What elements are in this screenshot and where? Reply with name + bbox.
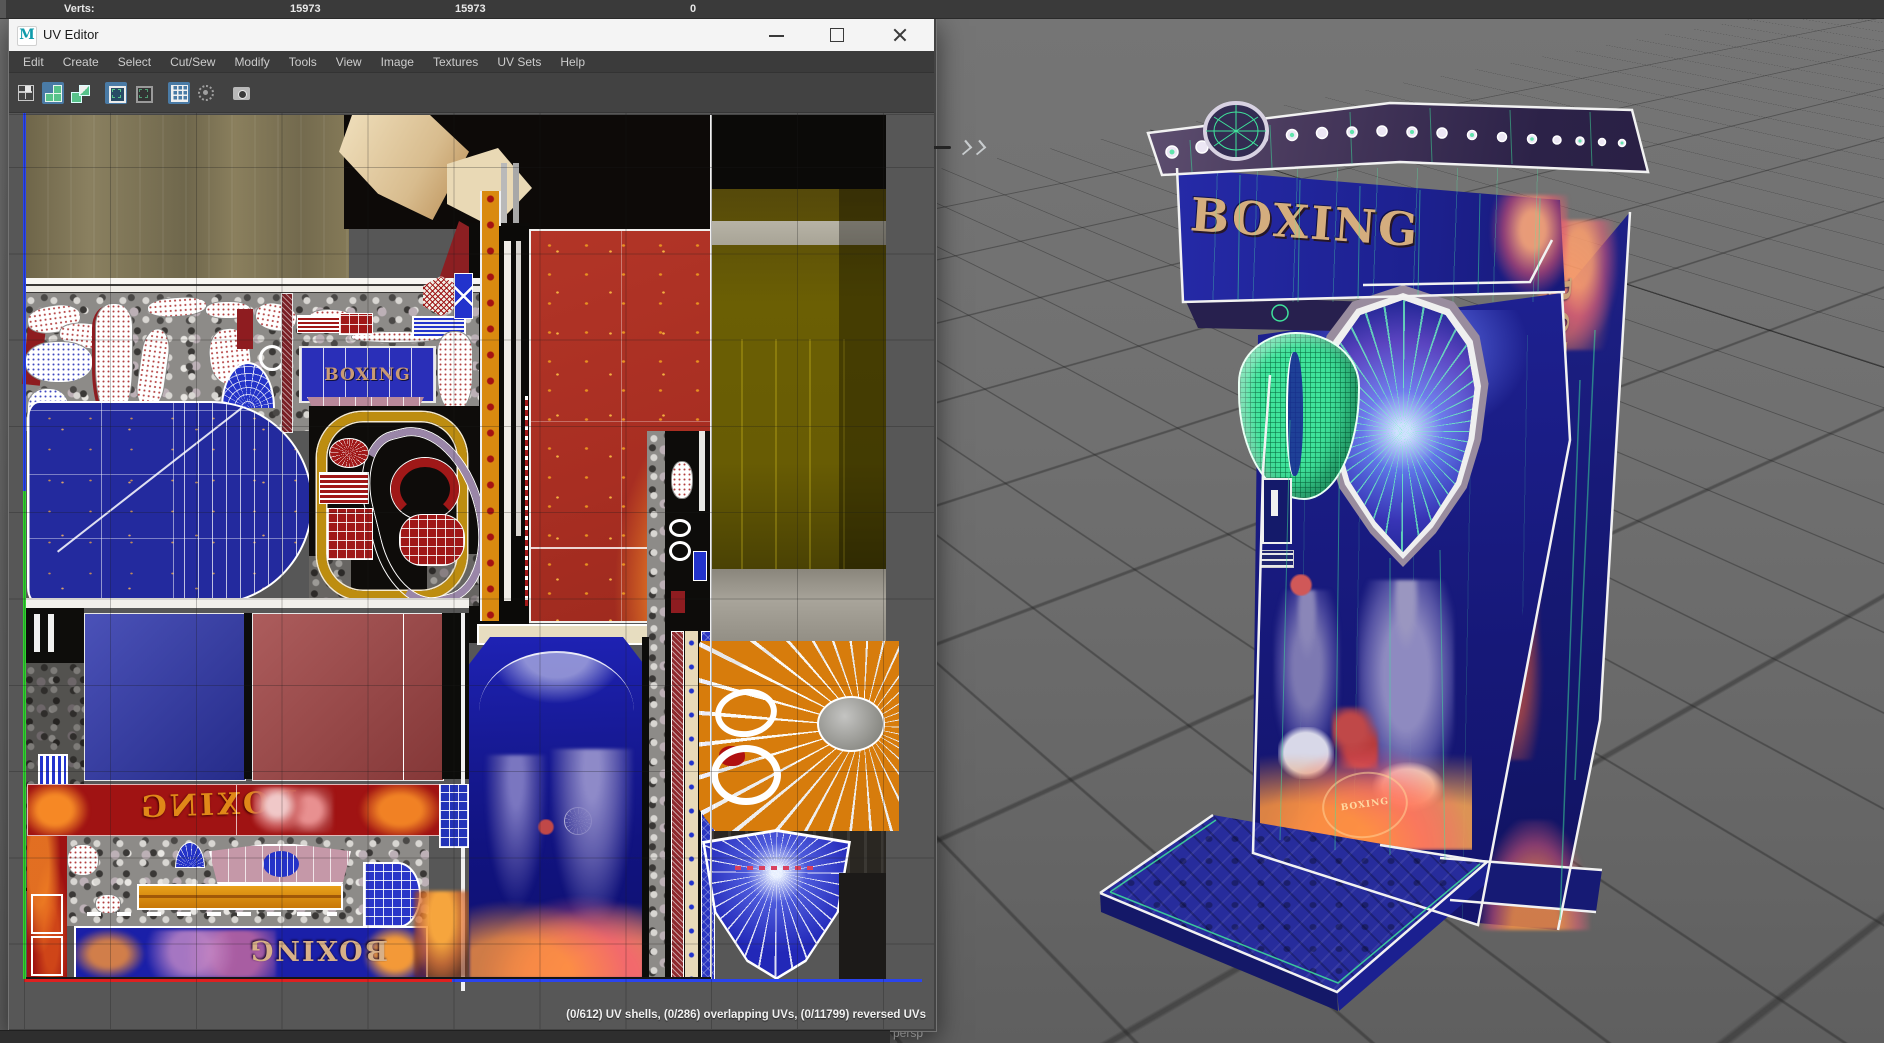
marquee-on-icon[interactable] xyxy=(105,81,127,104)
uv-ext-black-top xyxy=(711,115,886,189)
uv-canvas[interactable]: BOXING BOXING BOXING (0/612) UV shells, … xyxy=(9,113,934,1029)
bag-mount-pole xyxy=(1282,278,1310,338)
panel-expand-icon[interactable] xyxy=(956,139,987,155)
menu-bar: Edit Create Select Cut/Sew Modify Tools … xyxy=(9,51,934,73)
cut-sew-icon[interactable] xyxy=(69,82,91,104)
menu-uvsets[interactable]: UV Sets xyxy=(497,55,541,69)
uv-grid-icon[interactable] xyxy=(15,82,37,104)
uv-axis-v-blue xyxy=(23,113,26,491)
close-button[interactable] xyxy=(877,19,923,51)
uv-blue-hatch-rect xyxy=(84,613,246,781)
lower-panel-strip xyxy=(0,1030,890,1043)
uv-gravel-band-3 xyxy=(67,836,429,928)
uv-editor-window: M UV Editor Edit Create Select Cut/Sew M… xyxy=(8,18,987,1032)
uv-sign-text: BOXING xyxy=(324,364,411,385)
uv-orange-strip xyxy=(480,191,501,621)
uv-front-panel-shell xyxy=(469,637,644,979)
uv-blue-corner-piece xyxy=(439,784,469,848)
marquee-off-icon[interactable] xyxy=(132,82,154,104)
toolbar: Boxer Arcade Machine RGB xyxy=(9,73,987,160)
menu-view[interactable]: View xyxy=(336,55,362,69)
uv-axis-u-red xyxy=(24,979,452,982)
verts-label: Verts: xyxy=(64,3,95,15)
uv-status-text: (0/612) UV shells, (0/286) overlapping U… xyxy=(566,1009,926,1021)
window-title: UV Editor xyxy=(43,27,99,42)
uv-ext-gray-band xyxy=(711,569,886,649)
uv-orange-flame-strip xyxy=(414,891,469,978)
heads-up-display: Verts: 15973 15973 0 xyxy=(0,0,1884,19)
front-artwork: BOXING xyxy=(1260,472,1472,850)
verts-count-b: 15973 xyxy=(455,3,486,15)
menu-modify[interactable]: Modify xyxy=(234,55,269,69)
uv-red-hatch-rect xyxy=(252,613,444,781)
boxing-machine-model[interactable]: BOXING BOXING xyxy=(1040,80,1720,1040)
marquee-wire-overlay xyxy=(1177,168,1567,302)
uv-axis-u-blue xyxy=(452,979,922,982)
uv-texture-border-right xyxy=(710,115,712,979)
uv-white-row xyxy=(24,598,469,608)
bag-center-slit xyxy=(1286,352,1303,476)
uv-blue-shell xyxy=(27,401,313,605)
minimize-button[interactable] xyxy=(754,19,800,51)
uv-texture-collage: BOXING BOXING BOXING xyxy=(9,113,934,1029)
hud-left-nub xyxy=(0,0,6,18)
uv-ext-bottom-dark xyxy=(839,873,886,979)
uv-blue-grid-shape xyxy=(363,862,421,928)
menu-create[interactable]: Create xyxy=(63,55,99,69)
uv-blue-banner-text: BOXING xyxy=(248,934,388,965)
uv-red-column xyxy=(27,836,67,981)
uv-blue-banner: BOXING xyxy=(74,926,428,982)
menu-edit[interactable]: Edit xyxy=(23,55,44,69)
uv-ext-sunburst xyxy=(699,641,899,831)
verts-count-c: 0 xyxy=(690,3,697,15)
uv-gold-ring-zone xyxy=(309,406,503,617)
verts-count-a: 15973 xyxy=(290,3,321,15)
menu-image[interactable]: Image xyxy=(381,55,414,69)
maya-icon: M xyxy=(17,26,37,46)
maya-screen: BOXING BOXING xyxy=(0,0,1884,1043)
uv-ext-blue-shield xyxy=(705,832,848,977)
menu-tools[interactable]: Tools xyxy=(289,55,317,69)
uv-top-olive-streaks xyxy=(24,115,349,281)
menu-select[interactable]: Select xyxy=(118,55,151,69)
emblem-text: BOXING xyxy=(1340,796,1390,814)
uv-orange-bar xyxy=(137,884,343,910)
uv-bar-column xyxy=(499,226,531,621)
pixel-snap-icon[interactable] xyxy=(168,81,190,104)
move-shell-icon[interactable] xyxy=(42,81,64,104)
menu-help[interactable]: Help xyxy=(560,55,585,69)
uv-axis-v-green xyxy=(23,491,26,979)
shade-uvs-icon[interactable] xyxy=(195,82,217,104)
uv-pink-trapezoid xyxy=(209,844,351,884)
uv-ext-olive xyxy=(711,189,886,569)
maximize-button[interactable] xyxy=(814,19,860,51)
menu-textures[interactable]: Textures xyxy=(433,55,478,69)
uv-snapshot-icon[interactable] xyxy=(231,82,253,104)
boxer-left-glove xyxy=(1288,574,1314,596)
uv-boxing-sign: BOXING xyxy=(299,346,436,403)
uv-red-banner: BOXING xyxy=(27,784,441,836)
menu-cutsew[interactable]: Cut/Sew xyxy=(170,55,215,69)
title-bar[interactable]: M UV Editor xyxy=(9,19,934,51)
